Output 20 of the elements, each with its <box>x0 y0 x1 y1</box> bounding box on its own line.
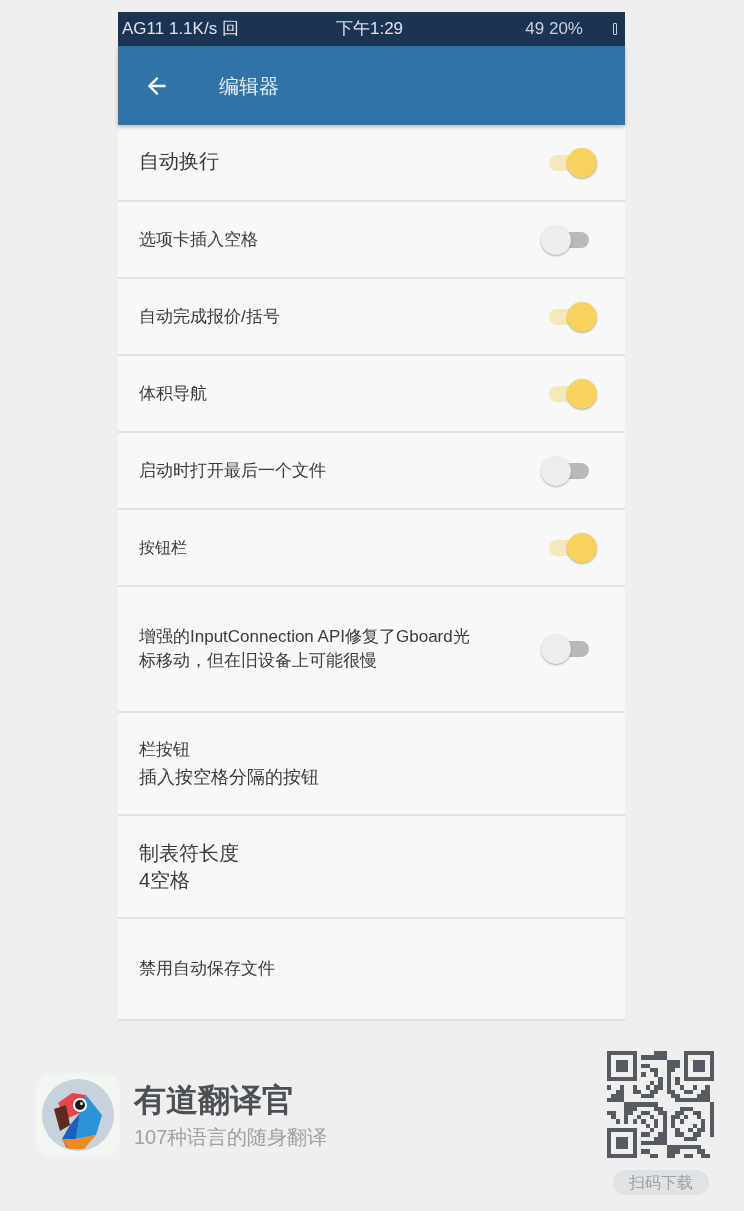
setting-summary: 4空格 <box>139 867 192 892</box>
setting-title: 增强的InputConnection API修复了Gboard光标移动，但在旧设备上可能很慢 <box>139 627 470 670</box>
setting-title: 体积导航 <box>139 383 207 403</box>
setting-title: 栏按钮 <box>139 738 191 761</box>
setting-title: 选项卡插入空格 <box>139 229 258 249</box>
app-bar-title: 编辑器 <box>219 73 279 99</box>
setting-title: 自动换行 <box>139 150 219 172</box>
setting-title: 启动时打开最后一个文件 <box>139 460 326 480</box>
promo-app-name: 有道翻译官 <box>134 1081 295 1119</box>
parrot-app-icon <box>36 1073 120 1157</box>
battery-icon <box>613 23 617 35</box>
status-time: 下午1:29 <box>334 18 405 41</box>
setting-title: 禁用自动保存文件 <box>139 958 275 980</box>
setting-title: 制表符长度 <box>139 841 239 864</box>
status-right: 49 20% <box>525 18 583 41</box>
setting-title: 按钮栏 <box>139 538 187 556</box>
setting-title: 自动完成报价/括号 <box>139 306 280 326</box>
setting-summary: 插入按空格分隔的按钮 <box>139 765 319 789</box>
promo-tagline: 107种语言的随身翻译 <box>134 1125 328 1149</box>
status-left: AG11 1.1K/s 回 <box>122 19 239 39</box>
